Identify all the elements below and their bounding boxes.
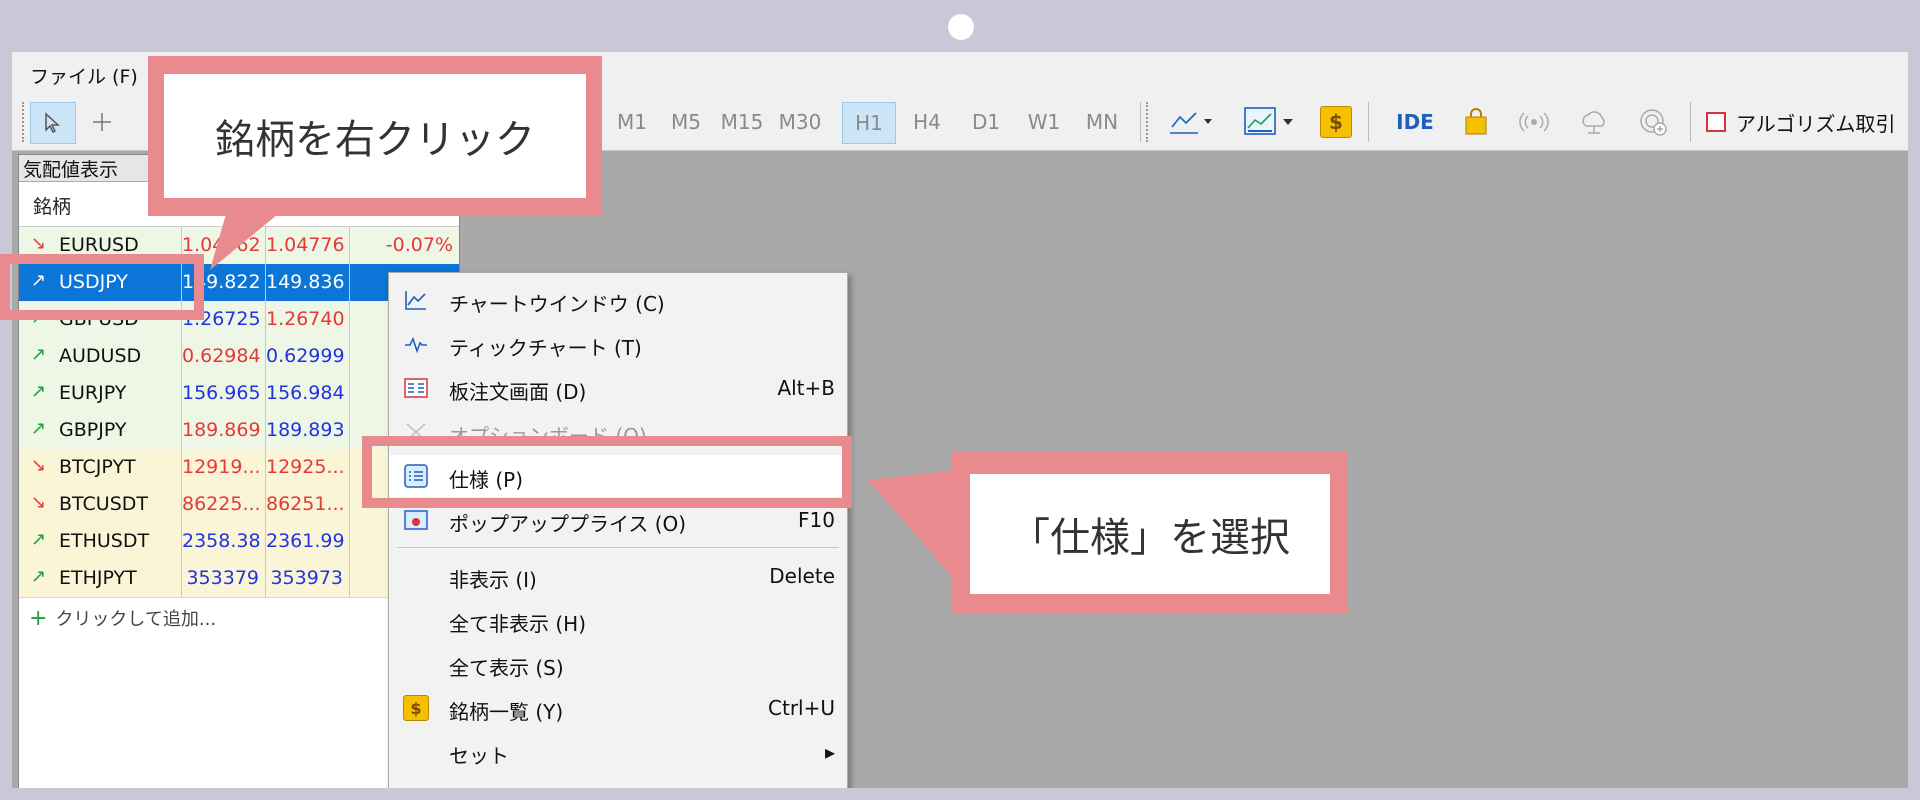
callout-pointer-select-spec <box>868 470 955 580</box>
callout-right-click: 銘柄を右クリック <box>148 56 602 216</box>
callout-text-right-click: 銘柄を右クリック <box>164 74 586 198</box>
callout-text-select-spec: 「仕様」を選択 <box>970 474 1330 594</box>
callout-select-spec: 「仕様」を選択 <box>952 452 1348 614</box>
